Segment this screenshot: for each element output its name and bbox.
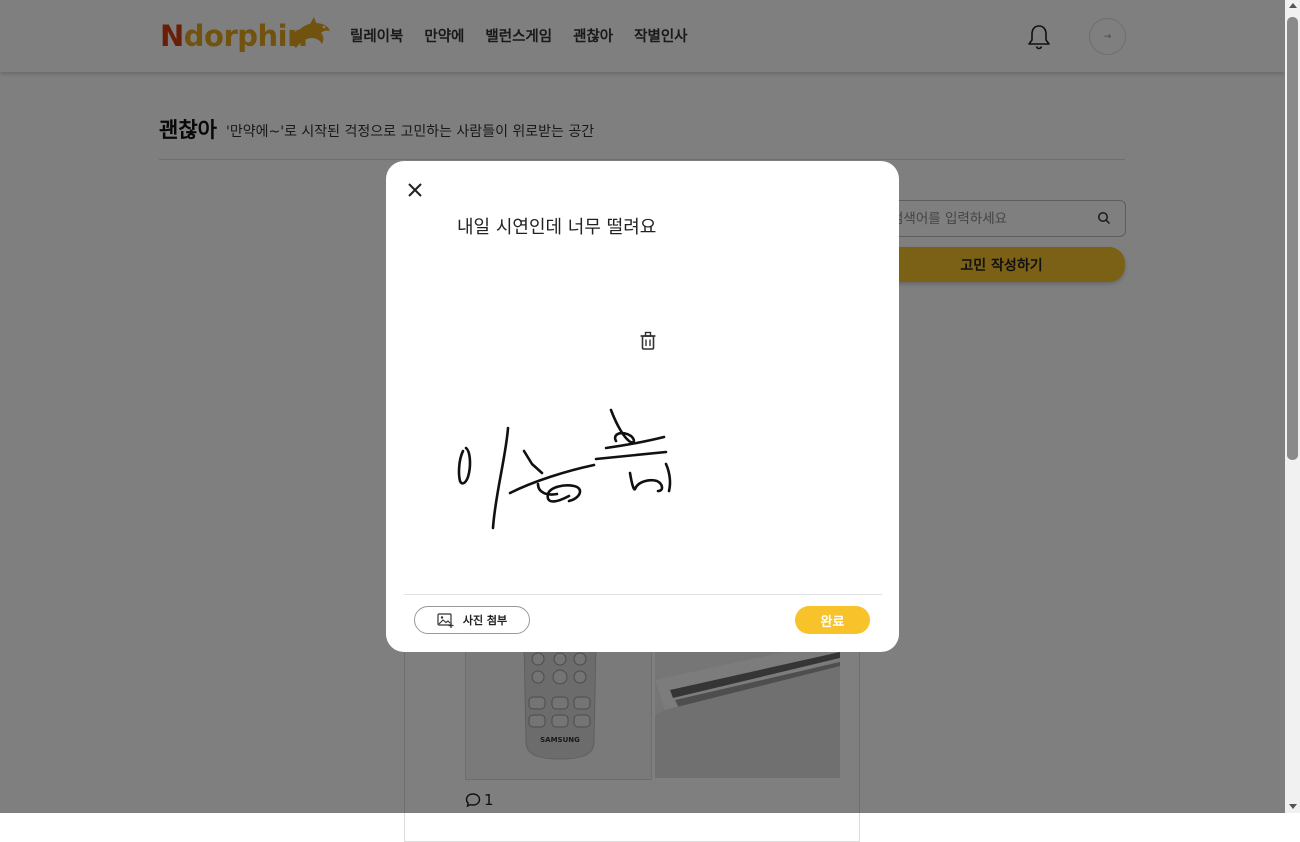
close-icon[interactable] bbox=[405, 180, 425, 200]
scroll-thumb[interactable] bbox=[1287, 17, 1298, 460]
modal-divider bbox=[404, 594, 882, 595]
signature-drawing bbox=[457, 408, 672, 530]
author-avatar bbox=[408, 225, 418, 235]
post-title: 내일 시연인데 너무 떨려요 bbox=[457, 217, 657, 238]
scroll-up-arrow[interactable] bbox=[1289, 3, 1297, 8]
done-button[interactable]: 완료 bbox=[795, 606, 870, 634]
scroll-down-arrow[interactable] bbox=[1289, 804, 1297, 809]
image-add-icon bbox=[437, 612, 454, 628]
attach-photo-label: 사진 첨부 bbox=[462, 614, 508, 627]
page-scrollbar[interactable] bbox=[1285, 0, 1300, 813]
post-detail-modal: 내일 시연인데 너무 떨려요 사진 첨부 완료 bbox=[386, 161, 899, 652]
trash-icon[interactable] bbox=[639, 331, 657, 351]
attach-photo-button[interactable]: 사진 첨부 bbox=[414, 606, 530, 634]
